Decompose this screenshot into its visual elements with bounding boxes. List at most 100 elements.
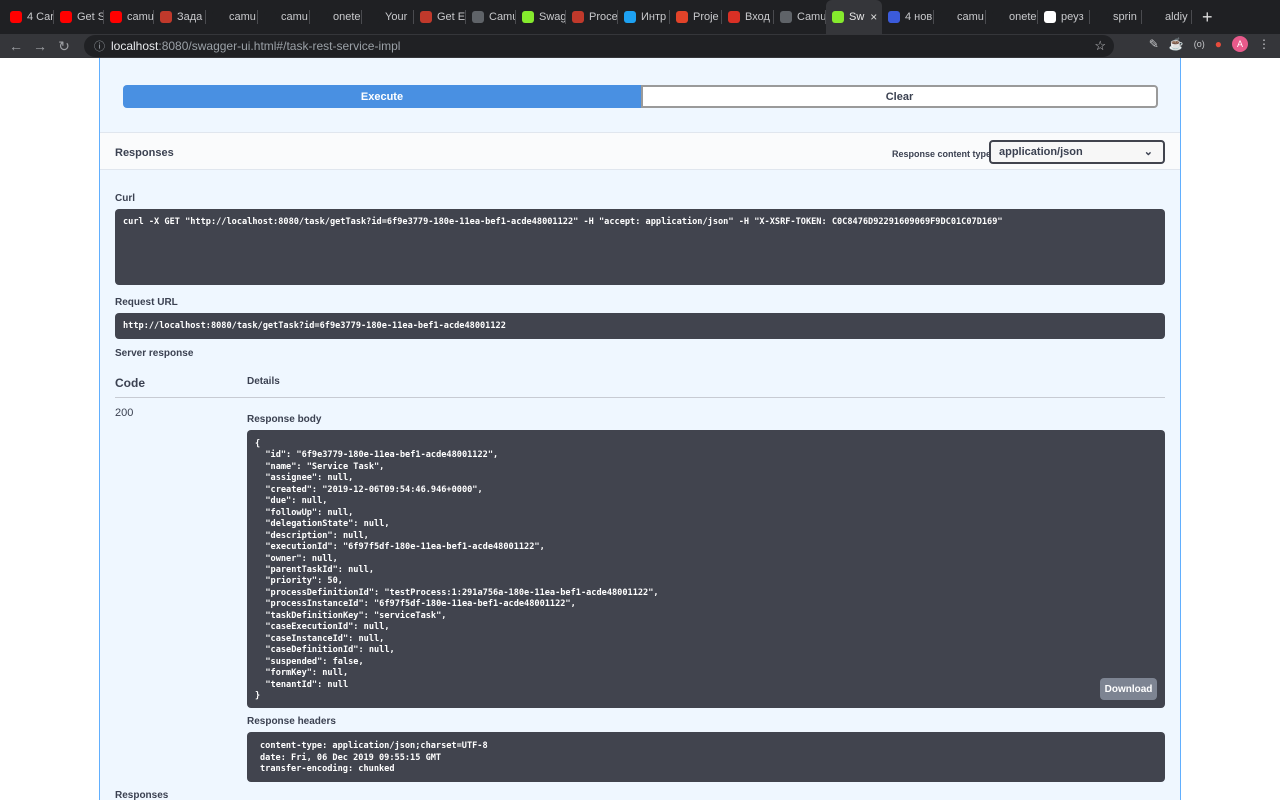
browser-tab[interactable]: Интр <box>618 0 670 34</box>
responses-title: Responses <box>115 147 174 159</box>
github-icon <box>316 11 328 23</box>
response-body-box[interactable]: { "id": "6f9e3779-180e-11ea-bef1-acde480… <box>247 430 1165 708</box>
browser-tab-label: Proje <box>693 11 719 23</box>
browser-tab[interactable]: 4 нов <box>882 0 934 34</box>
browser-tab[interactable]: onete <box>986 0 1038 34</box>
browser-tab[interactable]: Вход <box>722 0 774 34</box>
youtube-icon <box>10 11 22 23</box>
url-path: :8080/swagger-ui.html#/task-rest-service… <box>158 39 401 53</box>
github-icon <box>1148 11 1160 23</box>
browser-tab[interactable]: Proje <box>670 0 722 34</box>
browser-tab[interactable]: camu <box>104 0 154 34</box>
back-icon[interactable]: ← <box>4 38 28 54</box>
browser-tab-label: sprin <box>1113 11 1137 23</box>
browser-tab[interactable]: Your <box>362 0 414 34</box>
shield-extension-icon[interactable]: ● <box>1215 37 1222 51</box>
response-body-line: "suspended": false, <box>255 656 364 667</box>
response-content-type-label: Response content type <box>892 149 992 159</box>
mail-icon <box>728 11 740 23</box>
github-icon <box>1096 11 1108 23</box>
curl-command-box[interactable]: curl -X GET "http://localhost:8080/task/… <box>115 209 1165 285</box>
response-body-line: "processInstanceId": "6f97f5df-180e-11ea… <box>255 599 576 610</box>
browser-tab[interactable]: реуз <box>1038 0 1090 34</box>
browser-tab-label: camu <box>957 11 984 23</box>
browser-tab[interactable]: onete <box>310 0 362 34</box>
browser-tab[interactable]: camu <box>258 0 310 34</box>
url-host: localhost <box>111 39 159 53</box>
reload-icon[interactable]: ↻ <box>52 38 76 55</box>
globe-icon <box>780 11 792 23</box>
download-button[interactable]: Download <box>1100 678 1157 700</box>
operation-panel: Execute Clear Responses Response content… <box>99 58 1181 801</box>
response-body-line: "processDefinitionId": "testProcess:1:29… <box>255 587 659 598</box>
response-body-line: "created": "2019-12-06T09:54:46.946+0000… <box>255 484 483 495</box>
browser-tab[interactable]: Зада <box>154 0 206 34</box>
browser-tab[interactable]: 4 Car <box>4 0 54 34</box>
app-icon <box>160 11 172 23</box>
browser-tab-label: Get S <box>77 11 104 23</box>
browser-tab[interactable]: Camu <box>774 0 826 34</box>
response-content-type-select[interactable]: application/json ⌄ <box>989 140 1165 164</box>
browser-tab[interactable]: camu <box>934 0 986 34</box>
browser-tab[interactable]: Sw × <box>826 0 882 34</box>
radio-extension-icon[interactable]: (o) <box>1194 39 1205 49</box>
browser-tab[interactable]: Proce <box>566 0 618 34</box>
request-url-box[interactable]: http://localhost:8080/task/getTask?id=6f… <box>115 313 1165 339</box>
browser-tab-label: Swag <box>539 11 566 23</box>
browser-tab[interactable]: aldiy <box>1142 0 1192 34</box>
github-icon <box>368 11 380 23</box>
swagger-page: Execute Clear Responses Response content… <box>0 58 1280 801</box>
clear-button[interactable]: Clear <box>641 85 1158 108</box>
browser-tab-label: Camu <box>489 11 516 23</box>
close-tab-icon[interactable]: × <box>870 10 877 24</box>
bookmark-star-icon[interactable]: ☆ <box>1094 38 1106 54</box>
browser-tab-label: onete <box>333 11 361 23</box>
response-body-label: Response body <box>247 414 322 425</box>
response-body-line: "taskDefinitionKey": "serviceTask", <box>255 610 447 621</box>
browser-tab-label: Интр <box>641 11 667 23</box>
request-url-label: Request URL <box>115 297 178 308</box>
browser-tab[interactable]: sprin <box>1090 0 1142 34</box>
response-body-line: "id": "6f9e3779-180e-11ea-bef1-acde48001… <box>255 450 499 461</box>
info-icon[interactable]: ⓘ <box>94 38 105 54</box>
pen-extension-icon[interactable]: ✎ <box>1149 37 1159 51</box>
table-divider <box>115 397 1165 398</box>
response-body-line: "formKey": null, <box>255 668 349 679</box>
response-headers-box[interactable]: content-type: application/json;charset=U… <box>247 732 1165 782</box>
response-headers-label: Response headers <box>247 716 336 727</box>
github-icon <box>212 11 224 23</box>
browser-toolbar: ← → ↻ ⓘ localhost:8080/swagger-ui.html#/… <box>0 34 1280 58</box>
github-icon <box>264 11 276 23</box>
response-body-line: "priority": 50, <box>255 576 343 587</box>
forward-icon[interactable]: → <box>28 38 52 54</box>
browser-tab[interactable]: Get S <box>54 0 104 34</box>
browser-tab[interactable]: Swag <box>516 0 566 34</box>
swagger-icon <box>832 11 844 23</box>
browser-tab-label: 4 Car <box>27 11 54 23</box>
browser-tab-label: Зада <box>177 11 203 23</box>
responses-bottom-label: Responses <box>115 790 169 801</box>
new-tab-button[interactable]: + <box>1202 7 1213 28</box>
browser-tab-label: aldiy <box>1165 11 1188 23</box>
browser-tab[interactable]: Camu <box>466 0 516 34</box>
browser-tab-label: Get E <box>437 11 466 23</box>
browser-tab[interactable]: camu <box>206 0 258 34</box>
at-icon <box>888 11 900 23</box>
response-body-line: "parentTaskId": null, <box>255 564 374 575</box>
code-column-header: Code <box>115 376 145 390</box>
curl-command-text: curl -X GET "http://localhost:8080/task/… <box>123 217 1003 227</box>
browser-tab-label: Sw <box>849 11 865 23</box>
menu-icon[interactable]: ⋮ <box>1258 37 1270 51</box>
swagger-icon <box>522 11 534 23</box>
response-body-line: } <box>255 690 261 701</box>
response-code: 200 <box>115 407 134 419</box>
execute-button[interactable]: Execute <box>123 85 641 108</box>
browser-tab-label: 4 нов <box>905 11 933 23</box>
youtube-icon <box>60 11 72 23</box>
java-extension-icon[interactable]: ☕ <box>1169 37 1184 51</box>
address-bar[interactable]: ⓘ localhost:8080/swagger-ui.html#/task-r… <box>84 35 1114 57</box>
browser-tab-label: Camu <box>797 11 826 23</box>
profile-avatar[interactable]: A <box>1232 36 1248 52</box>
browser-tab[interactable]: Get E <box>414 0 466 34</box>
response-header-line: transfer-encoding: chunked <box>260 764 395 774</box>
